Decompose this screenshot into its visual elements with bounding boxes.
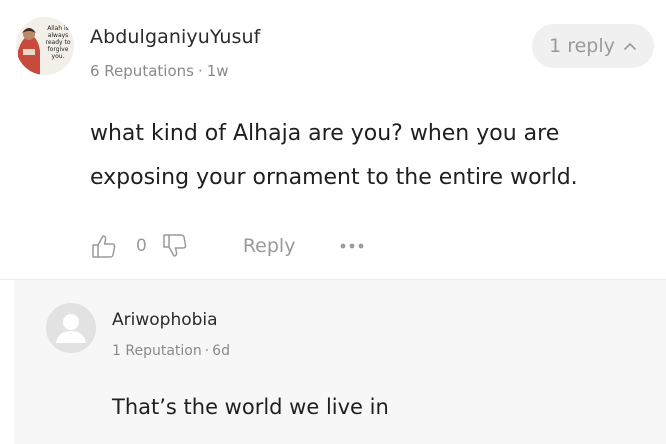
toggle-replies-button[interactable]: 1 reply (532, 24, 654, 68)
commenter-avatar[interactable]: Allah is always ready to forgive you. (16, 17, 74, 75)
like-count: 0 (136, 236, 147, 256)
reply-reputation: 1 Reputation (112, 343, 202, 359)
avatar-caption: Allah is always ready to forgive you. (45, 25, 71, 60)
reply-meta-separator: · (204, 343, 210, 359)
more-dots-icon[interactable] (339, 242, 365, 250)
thumbs-up-icon[interactable] (90, 232, 118, 260)
commenter-name[interactable]: AbdulganiyuYusuf (90, 26, 260, 48)
reply-button[interactable]: Reply (243, 235, 296, 257)
reply-body: That’s the world we live in (112, 395, 389, 419)
commenter-meta: 6 Reputations · 1w (90, 62, 229, 80)
comment-age: 1w (206, 62, 229, 80)
thumbs-down-icon[interactable] (161, 232, 189, 260)
reply-author-name[interactable]: Ariwophobia (112, 310, 218, 330)
reply-age: 6d (212, 343, 230, 359)
reputation-count: 6 Reputations (90, 62, 194, 80)
comment-body: what kind of Alhaja are you? when you ar… (90, 121, 578, 190)
chevron-up-icon (624, 43, 636, 50)
user-silhouette-icon[interactable] (46, 303, 96, 353)
replies-count-label: 1 reply (549, 35, 615, 57)
reply-thread: Ariwophobia 1 Reputation · 6d That’s the w… (14, 280, 666, 444)
comment-actions: 0 Reply (90, 226, 365, 266)
reply-meta: 1 Reputation · 6d (112, 343, 230, 359)
meta-separator: · (197, 62, 203, 80)
